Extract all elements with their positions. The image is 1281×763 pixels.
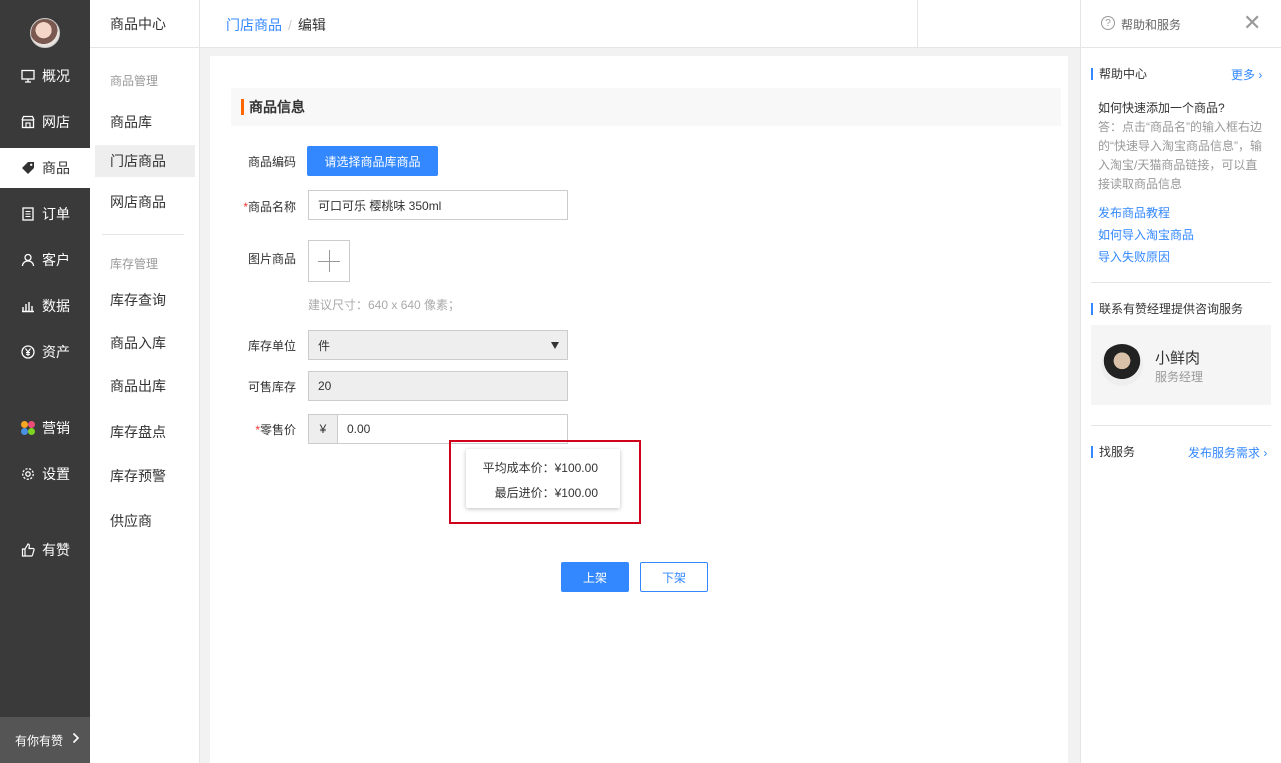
price-label-text: 零售价 <box>259 423 296 437</box>
nav-label: 设置 <box>42 466 70 482</box>
help-link-publish-tutorial[interactable]: 发布商品教程 <box>1098 204 1170 221</box>
marketing-icon <box>20 420 36 436</box>
yen-prefix: ¥ <box>308 414 338 444</box>
subnav-divider <box>102 234 184 235</box>
breadcrumb-parent-link[interactable]: 门店商品 <box>226 17 282 33</box>
highlight-box <box>449 440 641 524</box>
breadcrumb-current: 编辑 <box>297 17 326 33</box>
nav-label: 网店 <box>42 114 70 130</box>
order-icon <box>20 206 36 222</box>
store-icon <box>20 114 36 130</box>
stock-unit-value: 件 <box>318 338 331 353</box>
code-label: 商品编码 <box>247 155 296 169</box>
subnav-item-goods-library[interactable]: 商品库 <box>95 106 195 138</box>
image-upload-button[interactable] <box>308 240 350 282</box>
goods-name-input[interactable]: 可口可乐 樱桃味 350ml <box>308 190 568 220</box>
nav-label: 客户 <box>42 252 70 268</box>
section-title: 商品信息 <box>231 88 1061 126</box>
stock-label: 可售库存 <box>247 380 296 394</box>
post-service-request-link[interactable]: 发布服务需求 › <box>1188 444 1267 461</box>
help-divider <box>1091 282 1271 283</box>
nav-label: 营销 <box>42 420 70 436</box>
nav-item-overview[interactable]: 概况 <box>0 56 90 96</box>
nav-item-goods[interactable]: 商品 <box>0 148 90 188</box>
help-title: 帮助和服务 <box>1121 18 1182 32</box>
name-label: *商品名称 <box>210 198 296 215</box>
edit-form-card: 商品信息 商品编码 请选择商品库商品 *商品名称 可口可乐 樱桃味 350ml … <box>210 56 1068 763</box>
nav-label: 资产 <box>42 344 70 360</box>
help-header: ? 帮助和服务 ✕ <box>1081 0 1281 48</box>
breadcrumb-separator: / <box>288 17 292 33</box>
unit-label: 库存单位 <box>247 339 296 353</box>
price-label: *零售价 <box>210 421 296 438</box>
nav-label: 数据 <box>42 298 70 314</box>
unpublish-button[interactable]: 下架 <box>640 562 708 592</box>
subnav-item-supplier[interactable]: 供应商 <box>95 505 195 537</box>
subnav-group-inventory: 库存管理 <box>110 257 159 271</box>
subnav-item-stocktake[interactable]: 库存盘点 <box>95 416 195 448</box>
image-label: 图片商品 <box>247 252 296 266</box>
nav-label: 商品 <box>42 160 70 176</box>
manager-name: 小鲜肉 <box>1155 350 1201 367</box>
breadcrumb: 门店商品 / 编辑 <box>226 15 326 35</box>
user-icon <box>20 252 36 268</box>
caret-down-icon <box>551 342 559 349</box>
help-center-heading: 帮助中心 <box>1091 68 1147 80</box>
subnav-item-online-goods[interactable]: 网店商品 <box>95 186 195 218</box>
header-divider <box>917 0 918 48</box>
main-nav: 概况 网店 商品 订单 客户 数据 资产 营销 设置 有赞 有你有赞 <box>0 0 90 763</box>
select-library-goods-button[interactable]: 请选择商品库商品 <box>307 146 438 176</box>
nav-item-orders[interactable]: 订单 <box>0 194 90 234</box>
stock-unit-select[interactable]: 件 <box>308 330 568 360</box>
avatar[interactable] <box>30 18 60 48</box>
tag-icon <box>20 160 36 176</box>
nav-footer-youzan[interactable]: 有你有赞 <box>0 717 90 763</box>
help-link-import-taobao[interactable]: 如何导入淘宝商品 <box>1098 226 1194 243</box>
nav-item-marketing[interactable]: 营销 <box>0 408 90 448</box>
help-panel: ? 帮助和服务 ✕ 帮助中心 更多 › 如何快速添加一个商品? 答：点击“商品名… <box>1080 0 1281 763</box>
chart-icon <box>20 298 36 314</box>
manager-role: 服务经理 <box>1155 370 1204 384</box>
close-icon[interactable]: ✕ <box>1243 10 1261 36</box>
manager-card[interactable]: 小鲜肉 服务经理 <box>1091 325 1271 405</box>
nav-item-store[interactable]: 网店 <box>0 102 90 142</box>
subnav-title: 商品中心 <box>90 0 200 48</box>
subnav-item-stock-in[interactable]: 商品入库 <box>95 327 195 359</box>
subnav-item-stock-out[interactable]: 商品出库 <box>95 370 195 402</box>
chevron-right-icon <box>72 732 80 747</box>
nav-footer-label: 有你有赞 <box>15 733 64 748</box>
subnav-item-stock-query[interactable]: 库存查询 <box>95 284 195 316</box>
nav-item-youzan[interactable]: 有赞 <box>0 530 90 570</box>
nav-label: 概况 <box>42 68 70 84</box>
nav-label: 订单 <box>42 206 70 222</box>
thumb-up-icon <box>20 542 36 558</box>
monitor-icon <box>20 68 36 84</box>
nav-item-customers[interactable]: 客户 <box>0 240 90 280</box>
top-header: 门店商品 / 编辑 <box>200 0 1080 48</box>
subnav-group-goods: 商品管理 <box>110 74 159 88</box>
subnav-item-stock-alert[interactable]: 库存预警 <box>95 460 195 492</box>
faq-answer: 答：点击“商品名”的输入框右边的“快速导入淘宝商品信息”，输入淘宝/天猫商品链接… <box>1098 120 1262 191</box>
nav-item-assets[interactable]: 资产 <box>0 332 90 372</box>
available-stock-field: 20 <box>308 371 568 401</box>
subnav-item-store-goods[interactable]: 门店商品 <box>95 145 195 177</box>
faq-question: 如何快速添加一个商品? <box>1098 101 1225 115</box>
image-size-hint: 建议尺寸：640 x 640 像素； <box>308 298 461 312</box>
yen-icon <box>20 344 36 360</box>
question-icon: ? <box>1101 16 1115 30</box>
find-service-heading: 找服务 <box>1091 446 1135 458</box>
nav-item-settings[interactable]: 设置 <box>0 454 90 494</box>
more-link[interactable]: 更多 › <box>1231 66 1262 83</box>
help-divider <box>1091 425 1271 426</box>
nav-item-data[interactable]: 数据 <box>0 286 90 326</box>
name-label-text: 商品名称 <box>247 200 296 214</box>
manager-avatar <box>1101 344 1143 386</box>
publish-button[interactable]: 上架 <box>561 562 629 592</box>
secondary-nav: 商品中心 商品管理 商品库 门店商品 网店商品 库存管理 库存查询 商品入库 商… <box>90 0 200 763</box>
nav-label: 有赞 <box>42 542 70 558</box>
manager-section-heading: 联系有赞经理提供咨询服务 <box>1091 303 1243 315</box>
gear-icon <box>20 466 36 482</box>
help-link-import-failure[interactable]: 导入失败原因 <box>1098 248 1170 265</box>
